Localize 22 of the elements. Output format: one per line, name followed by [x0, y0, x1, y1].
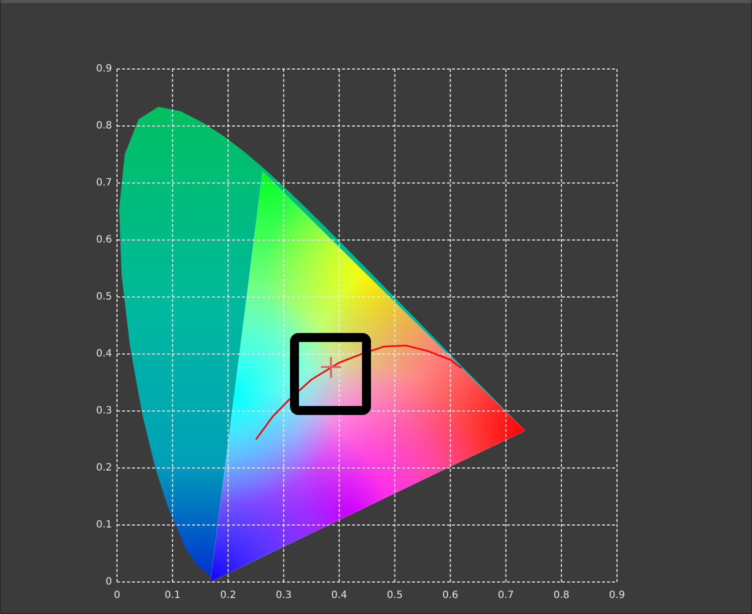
axis-tick-label: 0.4 — [331, 590, 348, 601]
axis-tick-label: 0.3 — [96, 406, 112, 416]
axis-tick-label: 0 — [114, 590, 120, 601]
axis-tick-label: 0.5 — [386, 590, 403, 601]
axis-tick-label: 0.8 — [96, 120, 112, 132]
axis-tick-label: 0.7 — [96, 178, 112, 188]
axis-tick-label: 0.9 — [96, 64, 112, 74]
axis-tick-label: 0.6 — [96, 234, 112, 246]
axis-tick-label: 0.8 — [554, 590, 570, 601]
selection-box[interactable] — [290, 333, 371, 415]
axis-tick-label: 0.5 — [96, 292, 112, 302]
axis-tick-label: 0.7 — [498, 590, 514, 601]
axis-tick-label: 0.2 — [220, 590, 236, 601]
axis-tick-label: 0 — [106, 576, 112, 588]
axis-tick-label: 0.3 — [276, 590, 292, 601]
axis-tick-label: 0.4 — [96, 348, 112, 360]
axis-tick-label: 0.1 — [96, 520, 112, 530]
axis-tick-label: 0.6 — [442, 590, 458, 601]
axis-tick-label: 0.9 — [609, 590, 625, 601]
crosshair-icon — [321, 357, 341, 378]
axis-tick-label: 0.2 — [96, 462, 112, 474]
axis-tick-label: 0.1 — [164, 590, 180, 601]
